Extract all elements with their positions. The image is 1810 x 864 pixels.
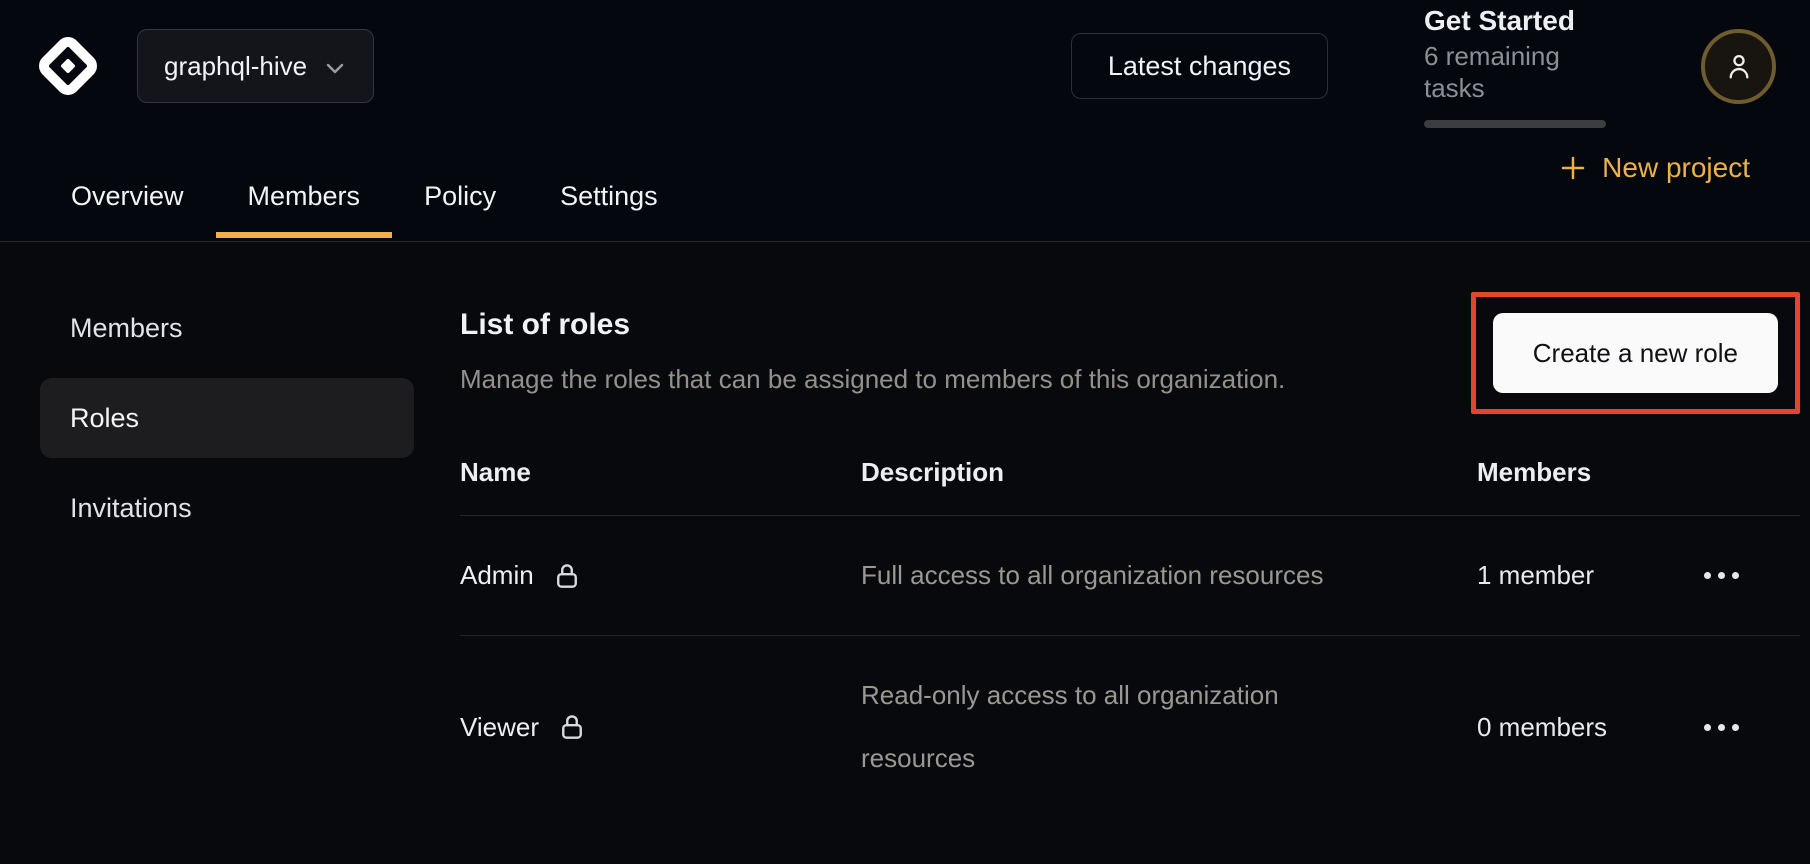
row-menu-button[interactable] xyxy=(1702,562,1741,589)
roles-panel: List of roles Manage the roles that can … xyxy=(460,242,1810,863)
lock-icon xyxy=(552,561,582,591)
get-started-progress-bar xyxy=(1424,120,1606,128)
tab-overview[interactable]: Overview xyxy=(39,132,216,241)
user-avatar[interactable] xyxy=(1701,29,1776,104)
role-name-cell: Viewer xyxy=(460,696,861,759)
hive-logo-icon xyxy=(36,34,100,98)
column-header-members: Members xyxy=(1477,457,1702,488)
get-started-widget[interactable]: Get Started 6 remaining tasks xyxy=(1424,4,1606,128)
new-project-button[interactable]: New project xyxy=(1558,146,1750,190)
organization-selector[interactable]: graphql-hive xyxy=(137,29,374,103)
tab-members[interactable]: Members xyxy=(216,132,393,241)
create-role-button[interactable]: Create a new role xyxy=(1493,313,1778,393)
column-header-name: Name xyxy=(460,457,861,488)
page-title: List of roles xyxy=(460,308,1285,342)
column-header-description: Description xyxy=(861,457,1477,488)
role-actions-cell xyxy=(1702,562,1800,589)
organization-name: graphql-hive xyxy=(164,51,307,82)
roles-table: Name Description Members Admin Full acce… xyxy=(460,457,1800,818)
ellipsis-icon xyxy=(1704,572,1711,579)
role-description: Full access to all organization resource… xyxy=(861,544,1477,607)
tab-policy[interactable]: Policy xyxy=(392,132,528,241)
roles-panel-heading-text: List of roles Manage the roles that can … xyxy=(460,292,1285,394)
role-member-count: 0 members xyxy=(1477,696,1702,759)
chevron-down-icon xyxy=(323,56,347,80)
tab-settings[interactable]: Settings xyxy=(528,132,690,241)
table-row-viewer: Viewer Read-only access to all organizat… xyxy=(460,636,1800,818)
role-member-count: 1 member xyxy=(1477,544,1702,607)
sidebar-item-invitations[interactable]: Invitations xyxy=(40,468,414,548)
roles-table-header: Name Description Members xyxy=(460,457,1800,516)
roles-panel-header: List of roles Manage the roles that can … xyxy=(460,292,1800,414)
user-icon xyxy=(1723,50,1755,82)
top-header: graphql-hive Latest changes Get Started … xyxy=(0,0,1810,242)
get-started-remaining-tasks: 6 remaining tasks xyxy=(1424,40,1606,104)
header-row: graphql-hive Latest changes Get Started … xyxy=(0,0,1810,132)
app-root: graphql-hive Latest changes Get Started … xyxy=(0,0,1810,863)
table-row-admin: Admin Full access to all organization re… xyxy=(460,516,1800,636)
org-tab-bar: Overview Members Policy Settings New pro… xyxy=(0,132,1810,241)
get-started-title: Get Started xyxy=(1424,4,1606,38)
latest-changes-button[interactable]: Latest changes xyxy=(1071,33,1328,99)
members-sidebar: Members Roles Invitations xyxy=(0,242,460,863)
role-name: Admin xyxy=(460,544,534,607)
row-menu-button[interactable] xyxy=(1702,714,1741,741)
sidebar-item-roles[interactable]: Roles xyxy=(40,378,414,458)
ellipsis-icon xyxy=(1704,724,1711,731)
role-actions-cell xyxy=(1702,714,1800,741)
plus-icon xyxy=(1558,153,1588,183)
annotation-highlight-box: Create a new role xyxy=(1471,292,1800,414)
role-name: Viewer xyxy=(460,696,539,759)
sidebar-item-members[interactable]: Members xyxy=(40,288,414,368)
content-area: Members Roles Invitations List of roles … xyxy=(0,242,1810,863)
lock-icon xyxy=(557,712,587,742)
role-name-cell: Admin xyxy=(460,544,861,607)
page-subtitle: Manage the roles that can be assigned to… xyxy=(460,364,1285,394)
new-project-label: New project xyxy=(1602,152,1750,184)
role-description: Read-only access to all organization res… xyxy=(861,664,1477,790)
